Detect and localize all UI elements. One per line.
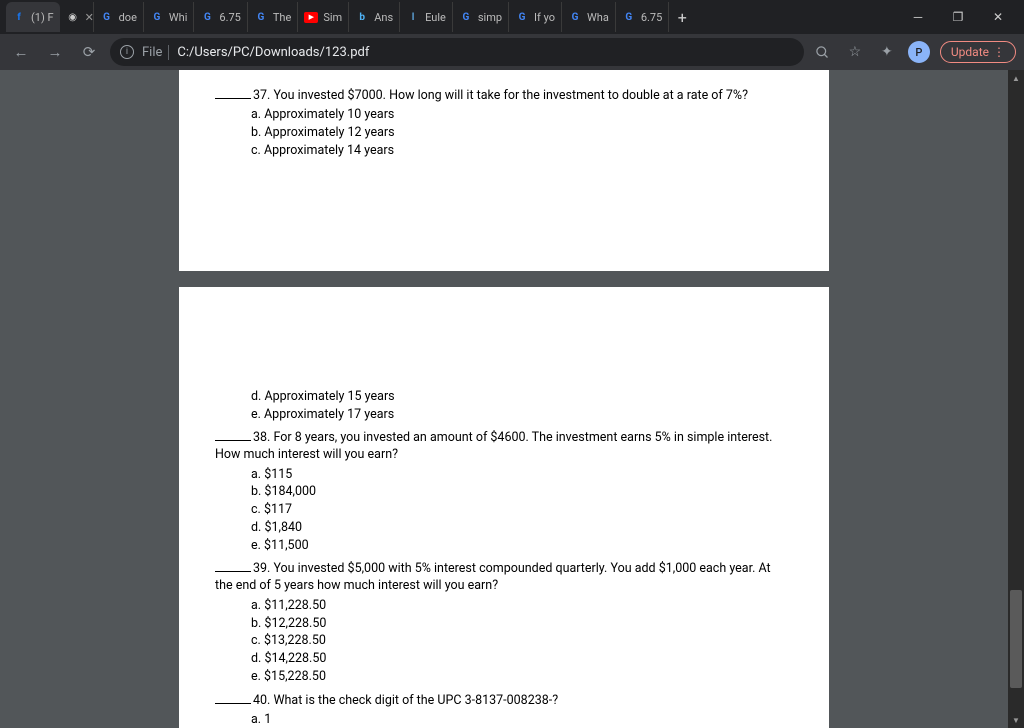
profile-badge[interactable]: P: [908, 41, 930, 63]
tab[interactable]: G Whi: [144, 2, 195, 32]
google-icon: G: [200, 10, 214, 24]
option: b. $184,000: [251, 484, 799, 502]
update-label: Update: [951, 45, 989, 59]
tab[interactable]: G If yo: [509, 2, 562, 32]
reload-button[interactable]: ⟳: [76, 39, 102, 65]
tab-title: 6.75: [219, 11, 240, 24]
tab[interactable]: ▶ Sim: [298, 2, 349, 32]
option: a. $11,228.50: [251, 597, 799, 615]
tab-title: Ans: [374, 11, 393, 24]
file-label: File: [142, 45, 169, 60]
option: d. Approximately 15 years: [251, 389, 799, 407]
tab[interactable]: b Ans: [349, 2, 400, 32]
tab[interactable]: G Wha: [562, 2, 616, 32]
tab-title: Eule: [425, 11, 446, 24]
scrollbar[interactable]: ▲ ▼: [1008, 70, 1024, 728]
toolbar-right: ☆ ✦ P Update ⋮: [812, 41, 1016, 63]
tab[interactable]: ◉ ✕: [60, 2, 94, 32]
url-text: C:/Users/PC/Downloads/123.pdf: [177, 45, 369, 60]
q39-options: a. $11,228.50 b. $12,228.50 c. $13,228.5…: [251, 597, 799, 686]
question-text: 37. You invested $7000. How long will it…: [253, 88, 748, 103]
forward-button[interactable]: →: [42, 39, 68, 65]
tab-title: If yo: [534, 11, 555, 24]
scroll-thumb[interactable]: [1010, 590, 1022, 688]
address-bar[interactable]: i File C:/Users/PC/Downloads/123.pdf: [110, 38, 804, 66]
site-icon: l: [406, 10, 420, 24]
scroll-up-button[interactable]: ▲: [1008, 70, 1024, 86]
tab[interactable]: G The: [248, 2, 298, 32]
minimize-button[interactable]: ─: [898, 2, 938, 32]
option: c. $117: [251, 502, 799, 520]
option: a. Approximately 10 years: [251, 107, 799, 125]
question-38: 38. For 8 years, you invested an amount …: [215, 430, 799, 447]
info-icon[interactable]: i: [120, 45, 134, 59]
question-39: 39. You invested $5,000 with 5% interest…: [215, 561, 799, 578]
globe-icon: ◉: [66, 10, 80, 24]
page-container: 37. You invested $7000. How long will it…: [179, 70, 829, 728]
extensions-icon[interactable]: ✦: [876, 41, 898, 63]
option: b. Approximately 12 years: [251, 125, 799, 143]
q37-options-part1: a. Approximately 10 years b. Approximate…: [251, 107, 799, 161]
google-icon: G: [150, 10, 164, 24]
search-icon[interactable]: [812, 41, 834, 63]
option: a. $115: [251, 466, 799, 484]
google-icon: G: [459, 10, 473, 24]
maximize-button[interactable]: ❐: [938, 2, 978, 32]
back-button[interactable]: ←: [8, 39, 34, 65]
question-text: the end of 5 years how much interest wil…: [215, 578, 799, 595]
google-icon: G: [254, 10, 268, 24]
option: a. 1: [251, 711, 799, 728]
q38-options: a. $115 b. $184,000 c. $117 d. $1,840 e.…: [251, 466, 799, 555]
google-icon: G: [100, 10, 114, 24]
tab-title: Whi: [169, 11, 188, 24]
question-text: 39. You invested $5,000 with 5% interest…: [253, 561, 771, 576]
pdf-page-upper: 37. You invested $7000. How long will it…: [179, 70, 829, 271]
pdf-page-lower: d. Approximately 15 years e. Approximate…: [179, 287, 829, 728]
brainly-icon: b: [355, 10, 369, 24]
tab-title: Wha: [587, 11, 609, 24]
option: e. $11,500: [251, 538, 799, 556]
tab[interactable]: G 6.75: [616, 2, 669, 32]
tab-active[interactable]: f (1) F: [6, 2, 60, 32]
tab-title: doe: [119, 11, 137, 24]
tab-title: Sim: [323, 11, 342, 24]
star-icon[interactable]: ☆: [844, 41, 866, 63]
google-icon: G: [622, 10, 636, 24]
scroll-down-button[interactable]: ▼: [1008, 712, 1024, 728]
tab-title: simp: [478, 11, 502, 24]
close-button[interactable]: ✕: [978, 2, 1018, 32]
tab[interactable]: G 6.75: [194, 2, 247, 32]
update-button[interactable]: Update ⋮: [940, 41, 1016, 63]
tab[interactable]: Gdoe: [94, 2, 144, 32]
question-text: How much interest will you earn?: [215, 447, 799, 464]
new-tab-button[interactable]: +: [669, 4, 695, 30]
q40-options: a. 1: [251, 711, 799, 728]
question-text: 38. For 8 years, you invested an amount …: [253, 430, 772, 445]
pdf-viewport: 37. You invested $7000. How long will it…: [0, 70, 1024, 728]
facebook-icon: f: [12, 10, 26, 24]
question-37: 37. You invested $7000. How long will it…: [215, 88, 799, 105]
option: d. $14,228.50: [251, 651, 799, 669]
youtube-icon: ▶: [304, 12, 318, 23]
option: c. Approximately 14 years: [251, 143, 799, 161]
question-40: 40. What is the check digit of the UPC 3…: [215, 693, 799, 710]
tab-title: The: [273, 11, 291, 24]
tab-title: (1) F: [31, 11, 54, 24]
tab[interactable]: Gsimp: [453, 2, 509, 32]
window-controls: ─ ❐ ✕: [898, 2, 1018, 32]
tab[interactable]: l Eule: [400, 2, 453, 32]
option: d. $1,840: [251, 520, 799, 538]
more-icon: ⋮: [993, 45, 1005, 59]
option: e. $15,228.50: [251, 669, 799, 687]
option: c. $13,228.50: [251, 633, 799, 651]
q37-options-part2: d. Approximately 15 years e. Approximate…: [251, 389, 799, 425]
tab-strip: f (1) F ◉ ✕ Gdoe G Whi G 6.75 G The ▶ Sim bA…: [0, 0, 1024, 34]
google-icon: G: [515, 10, 529, 24]
question-text: 40. What is the check digit of the UPC 3…: [253, 693, 558, 708]
toolbar: ← → ⟳ i File C:/Users/PC/Downloads/123.p…: [0, 34, 1024, 70]
tab-title: 6.75: [641, 11, 662, 24]
option: e. Approximately 17 years: [251, 406, 799, 424]
google-icon: G: [568, 10, 582, 24]
option: b. $12,228.50: [251, 615, 799, 633]
